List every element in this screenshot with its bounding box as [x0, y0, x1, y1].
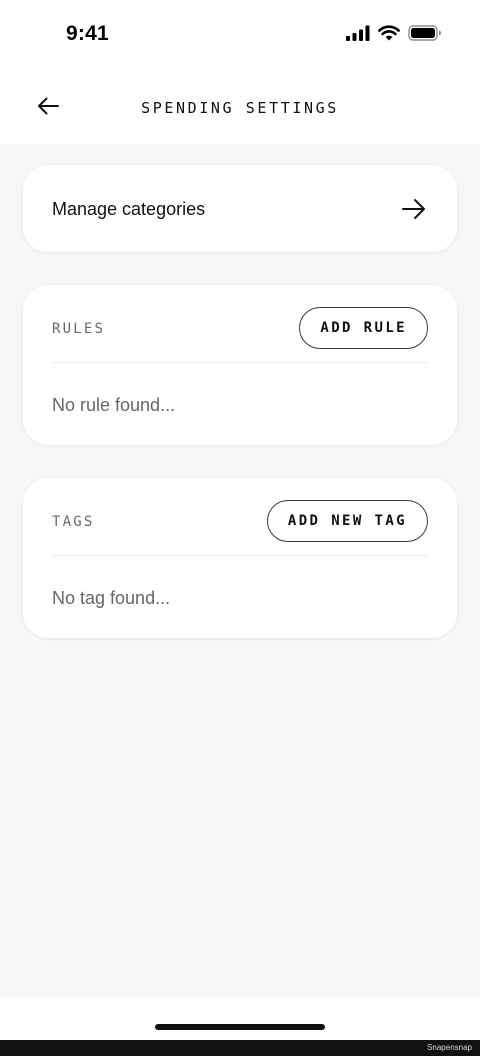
page-title: SPENDING SETTINGS — [141, 99, 339, 117]
cellular-signal-icon — [346, 25, 370, 46]
status-bar: 9:41 — [0, 0, 480, 72]
battery-icon — [408, 25, 442, 46]
rules-section-label: RULES — [52, 321, 106, 337]
add-new-tag-button[interactable]: ADD NEW TAG — [266, 500, 428, 542]
arrow-right-icon — [401, 197, 427, 221]
manage-categories-label: Manage categories — [52, 199, 206, 219]
divider — [52, 362, 428, 363]
header: SPENDING SETTINGS — [0, 72, 480, 144]
add-rule-button[interactable]: ADD RULE — [299, 307, 428, 349]
watermark-text: Snapensnap — [427, 1043, 472, 1052]
status-icons — [346, 25, 442, 46]
divider — [52, 555, 428, 556]
home-area — [0, 997, 480, 1040]
home-indicator[interactable] — [155, 1024, 325, 1030]
tags-card: TAGS ADD NEW TAG No tag found... — [22, 477, 458, 639]
wifi-icon — [378, 25, 400, 46]
tags-section-label: TAGS — [52, 514, 95, 530]
watermark-bar: Snapensnap — [0, 1040, 480, 1056]
rules-card: RULES ADD RULE No rule found... — [22, 284, 458, 446]
rules-empty-text: No rule found... — [52, 395, 176, 415]
tags-empty-text: No tag found... — [52, 588, 171, 608]
manage-categories-button[interactable]: Manage categories — [22, 164, 458, 253]
status-time: 9:41 — [66, 22, 109, 45]
